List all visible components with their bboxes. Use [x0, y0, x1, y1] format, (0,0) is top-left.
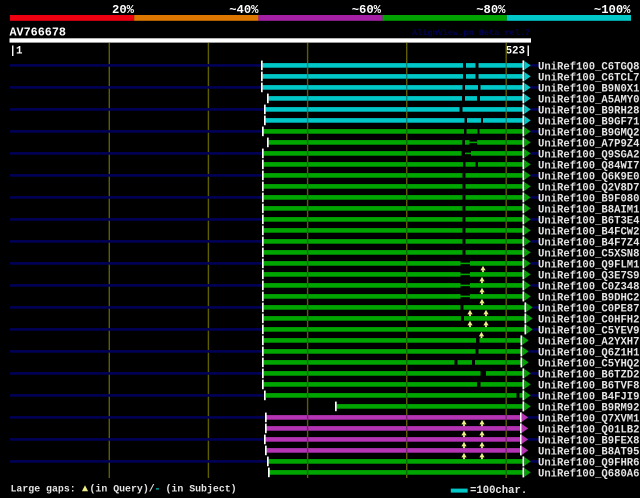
- svg-text:~40%: ~40%: [229, 3, 259, 17]
- svg-text:-: -: [155, 484, 161, 495]
- svg-text:=100char.: =100char.: [470, 485, 527, 497]
- svg-text:|1: |1: [10, 46, 23, 58]
- svg-text:20%: 20%: [112, 3, 135, 17]
- svg-text:523|: 523|: [506, 46, 532, 58]
- svg-text:AV766678: AV766678: [10, 26, 67, 40]
- svg-text:~100%: ~100%: [594, 3, 631, 17]
- svg-text:AlignView.pm Beta rel.7: AlignView.pm Beta rel.7: [412, 28, 530, 38]
- svg-text:~80%: ~80%: [476, 3, 506, 17]
- svg-text:UniRef100_Q680A6: UniRef100_Q680A6: [538, 468, 640, 480]
- svg-text:(in Query)/: (in Query)/: [90, 484, 155, 495]
- svg-text:~60%: ~60%: [352, 3, 382, 17]
- svg-text:(in Subject): (in Subject): [166, 484, 237, 495]
- svg-text:Large gaps:: Large gaps:: [11, 484, 76, 495]
